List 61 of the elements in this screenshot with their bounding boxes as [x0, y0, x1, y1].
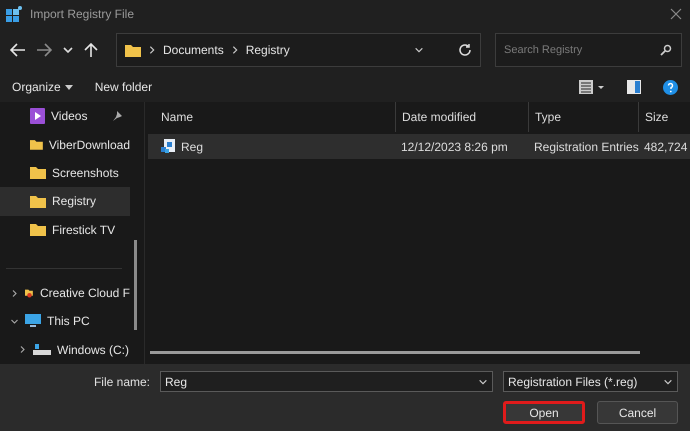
column-header[interactable]: Type	[528, 102, 638, 132]
organize-menu[interactable]: Organize	[12, 80, 73, 94]
tree-label: This PC	[47, 314, 90, 328]
up-button[interactable]	[82, 40, 100, 60]
search-field[interactable]: Search Registry	[495, 33, 682, 67]
folder-icon	[30, 138, 43, 152]
breadcrumb-item[interactable]: Registry	[246, 43, 290, 57]
preview-pane-icon[interactable]	[627, 80, 641, 94]
tree-item[interactable]: Creative Cloud F	[0, 278, 130, 308]
sidebar-item[interactable]: Firestick TV	[0, 216, 130, 244]
sidebar-item[interactable]: Registry	[0, 187, 130, 216]
cancel-button[interactable]: Cancel	[597, 401, 678, 424]
column-header[interactable]: Date modified	[395, 102, 528, 132]
sidebar-label: Firestick TV	[52, 222, 116, 237]
sidebar-item[interactable]: Videos	[0, 102, 130, 130]
folder-icon	[30, 166, 46, 180]
address-bar[interactable]: Documents Registry	[116, 33, 481, 67]
scrollbar[interactable]	[150, 351, 640, 354]
table-cell: Reg	[181, 140, 204, 154]
computer-icon	[25, 314, 41, 328]
registry-file-icon	[161, 139, 175, 154]
caret-icon	[64, 84, 73, 90]
search-icon	[660, 44, 672, 56]
tree-item[interactable]: This PC	[0, 307, 130, 336]
table-cell: 482,724	[644, 140, 688, 154]
folder-icon	[125, 44, 141, 56]
folder-icon	[30, 223, 46, 236]
chevron-down-icon	[414, 45, 424, 55]
file-name-field[interactable]: Reg	[160, 371, 493, 392]
chevron-right-icon	[147, 45, 157, 55]
window-title: Import Registry File	[30, 7, 136, 21]
drive-icon	[33, 344, 51, 356]
back-button[interactable]	[8, 41, 28, 59]
breadcrumb-item[interactable]: Documents	[163, 43, 224, 57]
sidebar-item[interactable]: Screenshots	[0, 158, 130, 188]
close-button[interactable]	[668, 6, 684, 22]
field-label: File name:	[94, 374, 150, 388]
video-icon	[30, 108, 45, 124]
sidebar-label: Screenshots	[52, 166, 119, 180]
app-icon	[6, 6, 22, 22]
open-button[interactable]: Open	[503, 401, 585, 424]
file-type-dropdown[interactable]: Registration Files (*.reg)	[503, 371, 678, 392]
sidebar-item[interactable]: ViberDownload	[0, 130, 130, 159]
table-cell: 12/12/2023 8:26 pm	[401, 140, 508, 154]
tree-label: Windows (C:)	[57, 342, 130, 357]
scrollbar[interactable]	[134, 240, 137, 330]
sidebar-label: Registry	[52, 194, 96, 208]
forward-button[interactable]	[34, 41, 54, 59]
folder-icon	[30, 194, 46, 208]
help-icon[interactable]	[663, 80, 678, 94]
view-options-icon[interactable]	[579, 80, 605, 94]
column-header[interactable]: Size	[638, 102, 690, 132]
column-header[interactable]: Name	[155, 102, 395, 132]
refresh-icon[interactable]	[458, 43, 472, 57]
sidebar-label: Videos	[51, 109, 88, 124]
table-cell: Registration Entries	[534, 140, 639, 154]
tree-label: Creative Cloud F	[40, 286, 130, 300]
new-folder-button[interactable]: New folder	[94, 80, 152, 94]
file-row[interactable]: Reg 12/12/2023 8:26 pm Registration Entries 482,724	[148, 134, 690, 159]
tree-item[interactable]: Windows (C:)	[0, 336, 130, 364]
sidebar-label: ViberDownload	[48, 138, 130, 152]
